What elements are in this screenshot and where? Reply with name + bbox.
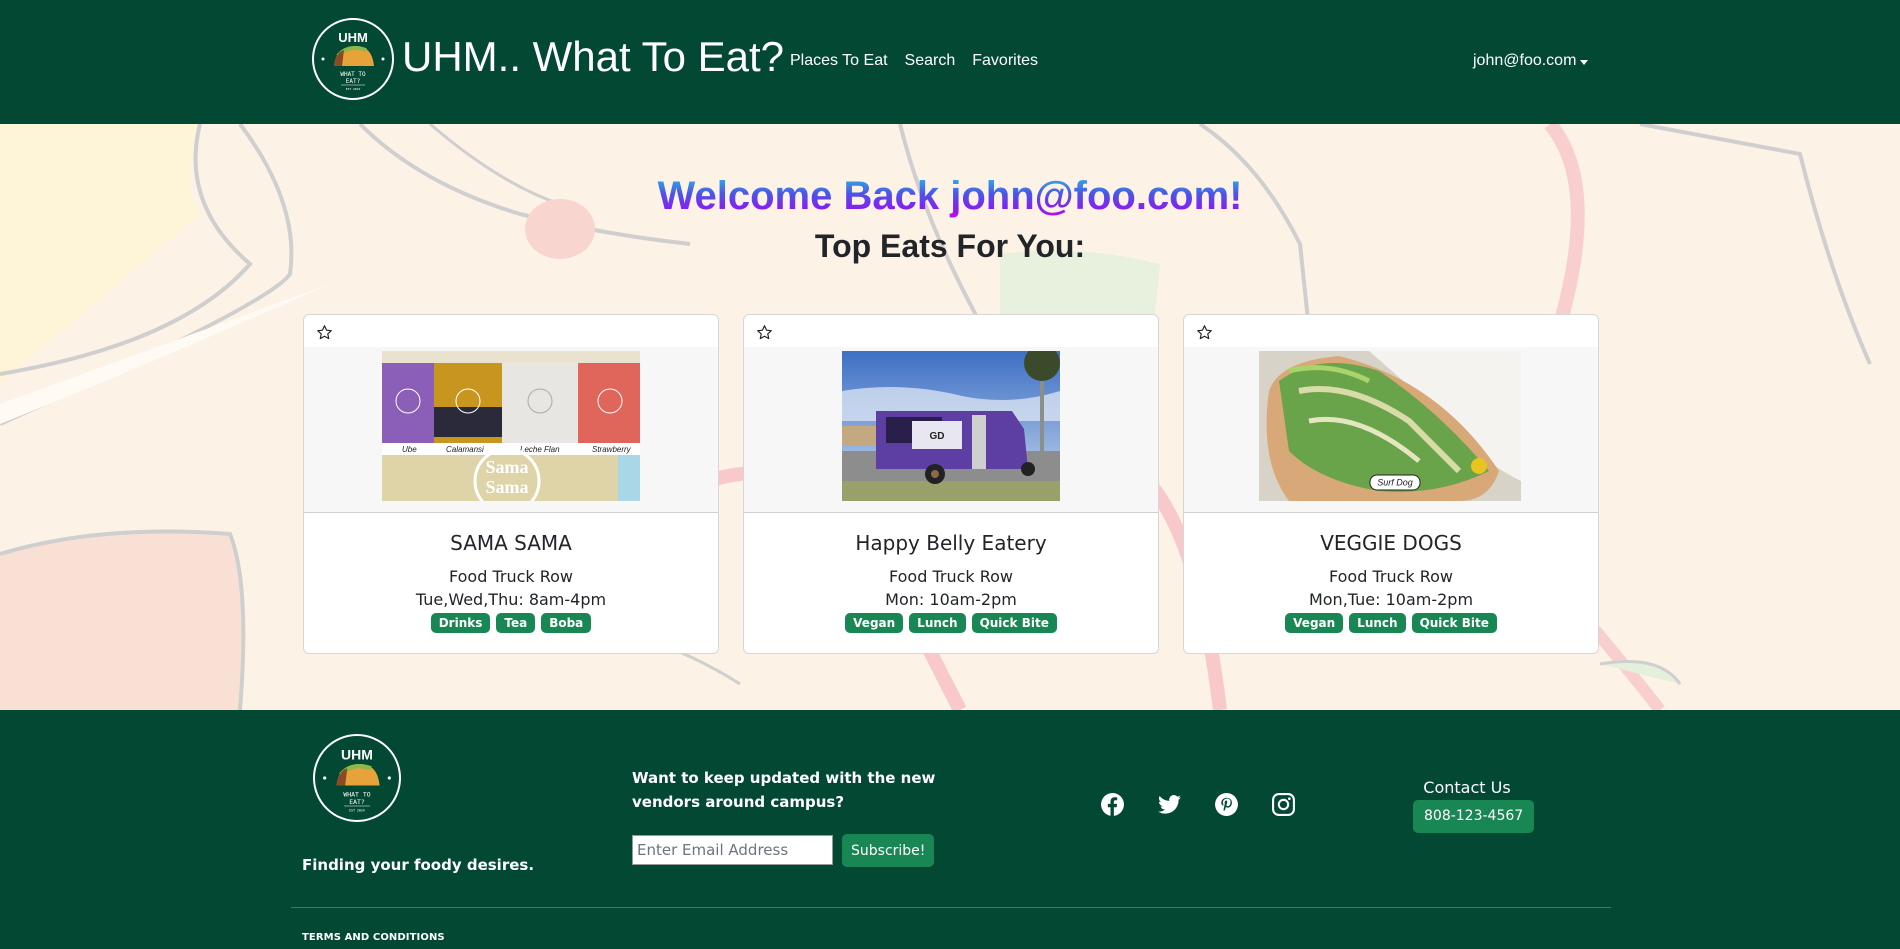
svg-text:Sama: Sama [485, 457, 528, 477]
pinterest-icon[interactable] [1214, 792, 1239, 817]
footer-divider [291, 907, 1611, 908]
purple-food-truck-image: GD [842, 351, 1060, 501]
vendor-hours: Mon,Tue: 10am-2pm [1308, 590, 1474, 609]
svg-text:Leche Flan: Leche Flan [520, 445, 560, 454]
subscribe-button[interactable]: Subscribe! [842, 834, 935, 867]
tag-badge: Quick Bite [1411, 613, 1497, 633]
vendor-card[interactable]: GD Happy Belly Eatery Food Truck Row Mon… [743, 314, 1159, 654]
card-header [1184, 315, 1598, 347]
svg-text:Ube: Ube [402, 445, 417, 454]
tag-badge: Lunch [1349, 613, 1406, 633]
newsletter-question: Want to keep updated with the new vendor… [632, 769, 936, 811]
svg-text:EST 2024: EST 2024 [346, 87, 361, 91]
surf-dog-image: Surf Dog [1259, 351, 1521, 501]
footer-tagline: Finding your foody desires. [302, 856, 535, 874]
card-image-area: Ube Calamansi Leche Flan Strawberry Sama… [304, 347, 718, 513]
svg-text:EST 2024: EST 2024 [349, 808, 365, 812]
boba-drinks-image: Ube Calamansi Leche Flan Strawberry Sama… [382, 351, 640, 501]
tag-badge: Tea [496, 613, 536, 633]
svg-text:Sama: Sama [485, 477, 528, 497]
tag-badge: Boba [541, 613, 592, 633]
svg-text:Strawberry: Strawberry [592, 445, 632, 454]
logo[interactable]: UHM WHAT TO EAT? EST 2024 [312, 18, 394, 100]
card-header [744, 315, 1158, 347]
contact-us-label: Contact Us [1423, 778, 1511, 797]
tag-badge: Drinks [430, 613, 491, 633]
vendor-location: Food Truck Row [448, 567, 573, 586]
card-body: SAMA SAMA Food Truck Row Tue,Wed,Thu: 8a… [304, 513, 718, 633]
instagram-icon[interactable] [1271, 792, 1296, 817]
user-dropdown[interactable]: john@foo.com [1473, 50, 1589, 72]
tag-badge: Quick Bite [971, 613, 1057, 633]
svg-text:EAT?: EAT? [346, 78, 361, 85]
star-outline-icon[interactable] [756, 324, 773, 341]
vendor-name[interactable]: Happy Belly Eatery [744, 530, 1158, 556]
email-input[interactable] [632, 835, 833, 865]
card-image-area: GD [744, 347, 1158, 513]
nav-links: Places To Eat Search Favorites [790, 50, 1038, 72]
terms-link[interactable]: TERMS AND CONDITIONS [302, 932, 445, 943]
card-image-area: Surf Dog [1184, 347, 1598, 513]
vendor-card[interactable]: Surf Dog VEGGIE DOGS Food Truck Row Mon,… [1183, 314, 1599, 654]
nav-search[interactable]: Search [905, 50, 956, 72]
star-outline-icon[interactable] [1196, 324, 1213, 341]
facebook-icon[interactable] [1100, 792, 1125, 817]
phone-button[interactable]: 808-123-4567 [1413, 800, 1535, 833]
caret-down-icon [1580, 59, 1589, 65]
svg-text:Surf Dog: Surf Dog [1377, 478, 1413, 488]
vendor-name[interactable]: SAMA SAMA [304, 530, 718, 556]
vendor-name[interactable]: VEGGIE DOGS [1184, 530, 1598, 556]
tag-list: Drinks Tea Boba [304, 613, 718, 633]
tag-list: Vegan Lunch Quick Bite [744, 613, 1158, 633]
taco-logo-icon: UHM WHAT TO EAT? EST 2024 [323, 747, 391, 812]
footer-logo: UHM WHAT TO EAT? EST 2024 [313, 734, 401, 822]
tag-list: Vegan Lunch Quick Bite [1184, 613, 1598, 633]
tag-badge: Vegan [845, 613, 904, 633]
vendor-card[interactable]: Ube Calamansi Leche Flan Strawberry Sama… [303, 314, 719, 654]
welcome-heading: Welcome Back john@foo.com! [657, 174, 1243, 218]
card-header [304, 315, 718, 347]
nav-places-to-eat[interactable]: Places To Eat [790, 50, 888, 72]
svg-text:WHAT TO: WHAT TO [340, 71, 366, 78]
tag-badge: Lunch [909, 613, 966, 633]
top-eats-heading: Top Eats For You: [814, 228, 1086, 264]
vendor-hours: Mon: 10am-2pm [885, 590, 1017, 609]
vendor-hours: Tue,Wed,Thu: 8am-4pm [415, 590, 607, 609]
twitter-icon[interactable] [1157, 792, 1182, 817]
nav-favorites[interactable]: Favorites [972, 50, 1038, 72]
star-outline-icon[interactable] [316, 324, 333, 341]
social-links [1100, 792, 1296, 817]
svg-text:UHM: UHM [338, 30, 368, 45]
svg-text:Calamansi: Calamansi [446, 445, 484, 454]
tag-badge: Vegan [1285, 613, 1344, 633]
navbar: UHM WHAT TO EAT? EST 2024 UHM.. What To … [0, 0, 1900, 124]
footer: UHM WHAT TO EAT? EST 2024 Finding your f… [0, 710, 1900, 949]
svg-text:EAT?: EAT? [349, 798, 365, 806]
card-body: Happy Belly Eatery Food Truck Row Mon: 1… [744, 513, 1158, 633]
svg-text:UHM: UHM [341, 747, 373, 763]
taco-logo-icon: UHM WHAT TO EAT? EST 2024 [321, 30, 385, 91]
card-body: VEGGIE DOGS Food Truck Row Mon,Tue: 10am… [1184, 513, 1598, 633]
user-email: john@foo.com [1473, 52, 1577, 69]
brand-title[interactable]: UHM.. What To Eat? [402, 32, 784, 82]
vendor-location: Food Truck Row [1328, 567, 1453, 586]
svg-text:GD: GD [930, 431, 945, 442]
vendor-location: Food Truck Row [888, 567, 1013, 586]
